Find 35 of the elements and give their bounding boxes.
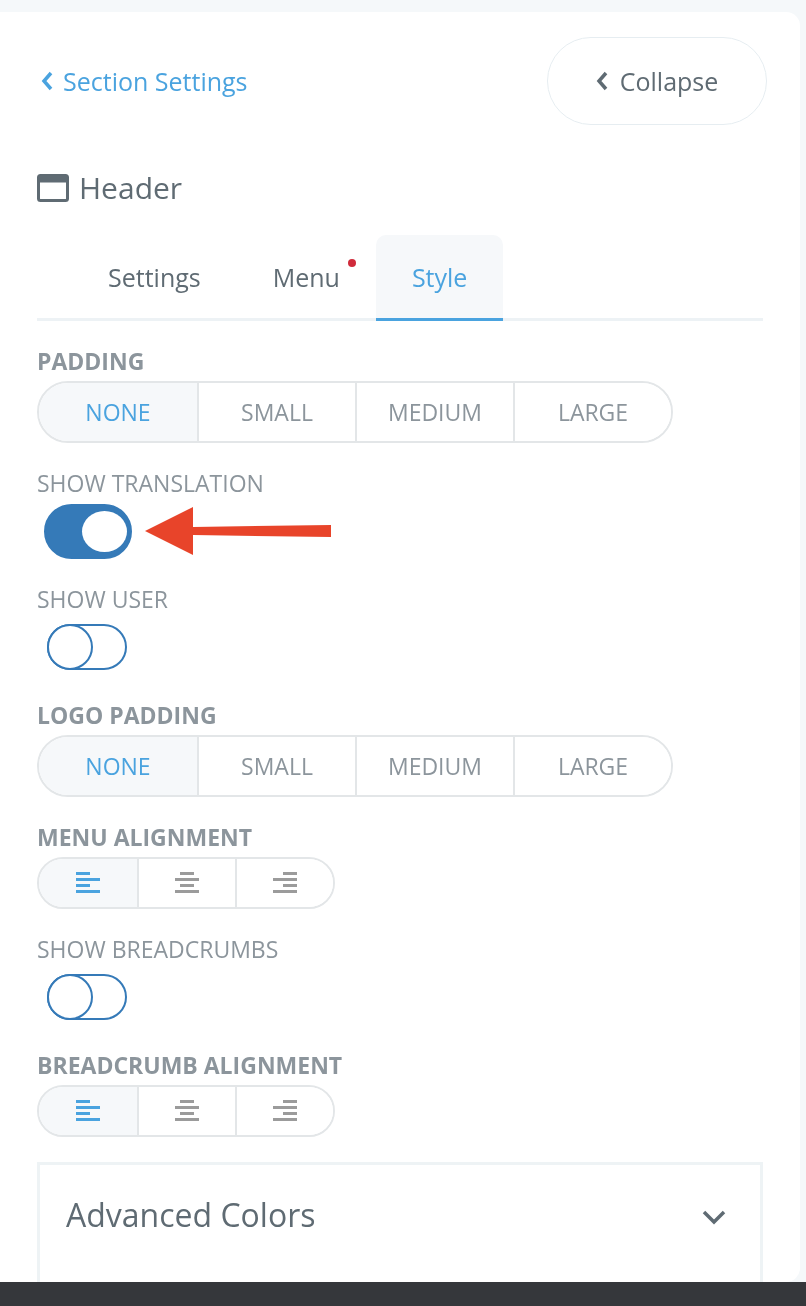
align-left-icon — [76, 872, 100, 894]
field-label: SHOW USER — [37, 585, 169, 613]
window-icon — [37, 173, 69, 202]
alignment-button[interactable] — [39, 859, 137, 907]
option-button[interactable]: NONE — [39, 383, 197, 441]
align-left-icon — [76, 1100, 100, 1122]
chevron-down-icon — [702, 1209, 726, 1225]
field-label: SHOW TRANSLATION — [37, 469, 264, 497]
option-button[interactable]: LARGE — [513, 737, 671, 795]
collapse-button[interactable]: Collapse — [547, 37, 767, 125]
align-right-icon — [273, 872, 297, 894]
back-link[interactable]: Section Settings — [37, 64, 248, 98]
field-label: LOGO PADDING — [37, 701, 217, 729]
align-center-icon — [175, 872, 199, 894]
align-right-icon — [273, 1100, 297, 1122]
align-center-icon — [175, 1100, 199, 1122]
chevron-left-icon — [41, 71, 53, 91]
chevron-left-icon — [595, 71, 608, 91]
option-button[interactable]: NONE — [39, 737, 197, 795]
toggle-switch[interactable] — [47, 974, 127, 1020]
accordion-title: Advanced Colors — [66, 1193, 316, 1236]
section-title: Header — [79, 167, 183, 208]
option-button[interactable]: LARGE — [513, 383, 671, 441]
field-label: MENU ALIGNMENT — [37, 823, 253, 851]
field-label: PADDING — [37, 347, 145, 375]
tab[interactable]: Style — [375, 235, 504, 321]
tab[interactable]: Settings — [72, 235, 237, 321]
toggle-switch[interactable] — [47, 624, 127, 670]
field-label: SHOW BREADCRUMBS — [37, 935, 279, 963]
alignment-button[interactable] — [235, 1087, 333, 1135]
tab[interactable]: Menu — [236, 235, 376, 321]
toggle-switch[interactable] — [44, 503, 132, 559]
alignment-button[interactable] — [235, 859, 333, 907]
field-label: BREADCRUMB ALIGNMENT — [37, 1051, 343, 1079]
alignment-button[interactable] — [39, 1087, 137, 1135]
